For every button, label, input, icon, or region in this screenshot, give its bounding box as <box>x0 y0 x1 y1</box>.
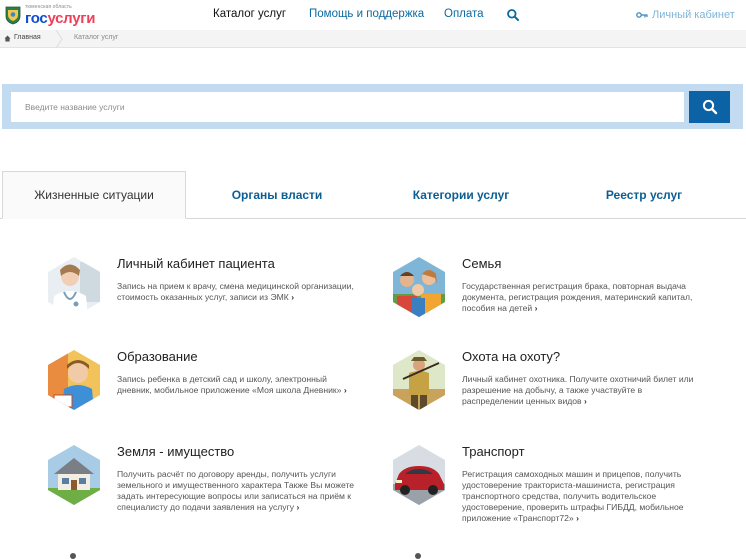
card-title[interactable]: Транспорт <box>462 444 525 459</box>
service-search-input[interactable] <box>11 92 684 122</box>
chevron-right-icon: › <box>296 502 300 512</box>
personal-cabinet-link[interactable]: Личный кабинет <box>636 9 735 21</box>
logo-wordmark: госуслуги <box>25 9 96 27</box>
chevron-right-icon: › <box>534 303 538 313</box>
catalog-tabs: Жизненные ситуации Органы власти Категор… <box>0 171 746 219</box>
breadcrumb: Главная Каталог услуг <box>0 30 746 48</box>
breadcrumb-separator-icon <box>55 30 63 48</box>
tab-life-situations[interactable]: Жизненные ситуации <box>2 171 186 219</box>
car-photo <box>393 445 445 505</box>
nav-pay[interactable]: Оплата <box>444 8 484 20</box>
schoolboy-photo <box>48 350 100 410</box>
search-icon[interactable] <box>506 8 520 22</box>
chevron-right-icon: › <box>584 396 587 406</box>
card-desc: Запись ребенка в детский сад и школу, эл… <box>117 374 347 395</box>
card-desc: Запись на прием к врачу, смена медицинск… <box>117 281 354 302</box>
next-card-partial <box>70 553 76 559</box>
service-search-bar <box>2 84 743 129</box>
card-desc: Личный кабинет охотника. Получите охотни… <box>462 374 694 406</box>
search-submit-button[interactable] <box>689 91 730 123</box>
gosuslugi-logo[interactable]: тюменская область госуслуги <box>4 3 95 27</box>
nav-help[interactable]: Помощь и поддержка <box>309 8 424 20</box>
chevron-right-icon: › <box>576 513 579 523</box>
breadcrumb-current: Каталог услуг <box>74 34 119 41</box>
card-title[interactable]: Образование <box>117 349 198 364</box>
tab-authorities[interactable]: Органы власти <box>186 171 368 219</box>
tab-registry[interactable]: Реестр услуг <box>554 171 734 219</box>
nav-catalog[interactable]: Каталог услуг <box>213 8 286 20</box>
doctor-photo <box>48 257 100 317</box>
chevron-right-icon: › <box>291 292 295 302</box>
header: тюменская область госуслуги Каталог услу… <box>0 0 746 30</box>
home-icon[interactable] <box>4 35 11 42</box>
key-icon <box>636 12 648 18</box>
search-icon <box>702 99 717 115</box>
tab-categories[interactable]: Категории услуг <box>368 171 554 219</box>
card-title[interactable]: Семья <box>462 256 501 271</box>
chevron-right-icon: › <box>343 385 347 395</box>
card-desc: Регистрация самоходных машин и прицепов,… <box>462 469 684 523</box>
card-title[interactable]: Личный кабинет пациента <box>117 256 275 271</box>
card-title[interactable]: Охота на охоту? <box>462 349 560 364</box>
breadcrumb-home[interactable]: Главная <box>14 34 41 41</box>
card-desc: Государственная регистрация брака, повто… <box>462 281 693 313</box>
region-emblem-icon <box>5 6 21 25</box>
next-card-partial <box>415 553 421 559</box>
house-photo <box>48 445 100 505</box>
hunter-photo <box>393 350 445 410</box>
card-title[interactable]: Земля - имущество <box>117 444 234 459</box>
card-desc: Получить расчёт по договору аренды, полу… <box>117 469 355 512</box>
cabinet-label: Личный кабинет <box>652 9 735 21</box>
family-photo <box>393 257 445 317</box>
